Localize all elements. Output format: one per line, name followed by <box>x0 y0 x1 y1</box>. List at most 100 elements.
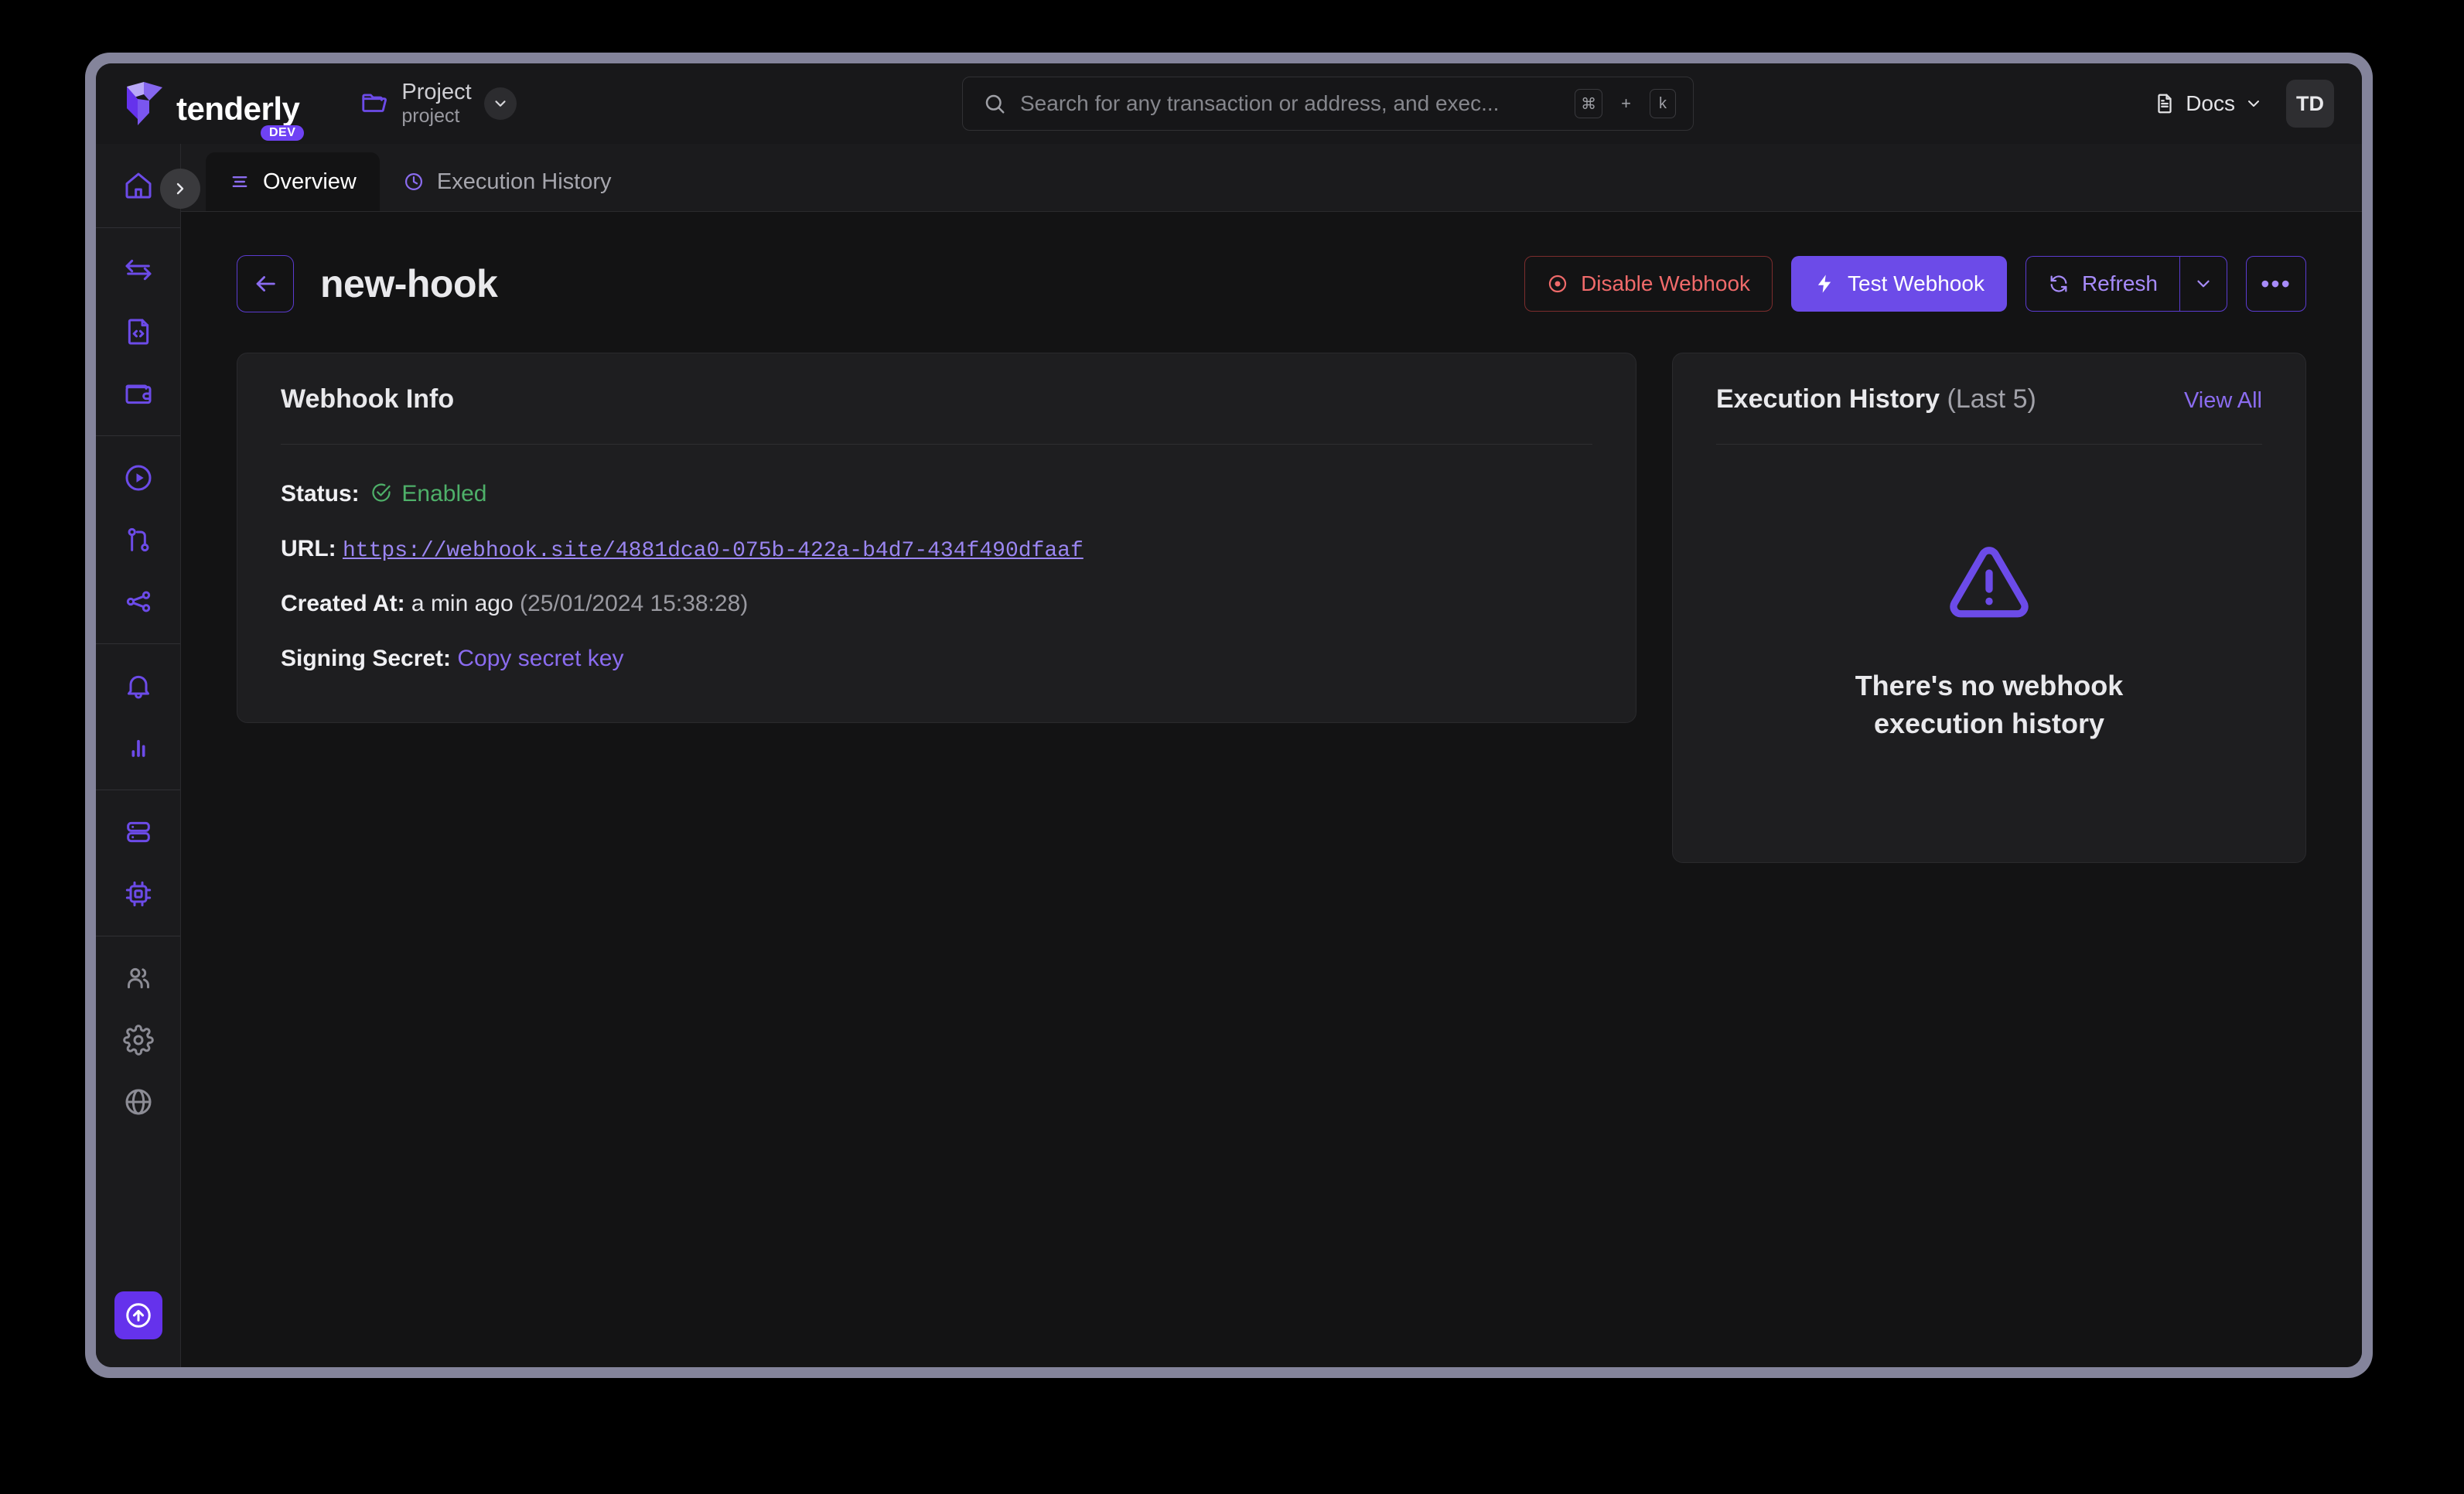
left-sidebar <box>96 144 200 1367</box>
avatar[interactable]: TD <box>2286 80 2334 128</box>
webhook-info-header: Webhook Info <box>237 353 1636 414</box>
docs-label: Docs <box>2186 91 2235 115</box>
signing-secret-row: Signing Secret: Copy secret key <box>281 643 1592 675</box>
forks-icon <box>128 527 149 552</box>
sidebar-item-settings[interactable] <box>96 1009 180 1071</box>
project-name: Project <box>401 80 472 105</box>
search-input[interactable] <box>1020 91 1561 116</box>
kbd-plus: + <box>1621 94 1631 113</box>
chip-icon <box>125 881 151 907</box>
disable-webhook-button[interactable]: Disable Webhook <box>1524 256 1773 312</box>
created-at-label: Created At: <box>281 591 405 617</box>
project-labels: Project project <box>401 79 471 128</box>
webhook-info-body: Status: Enabled URL: https://webhook.sit… <box>237 445 1636 722</box>
status-value: Enabled <box>401 481 487 507</box>
search-box[interactable]: ⌘ + k <box>962 77 1694 131</box>
project-dropdown-button[interactable] <box>483 87 517 120</box>
refresh-icon <box>2050 275 2067 292</box>
disable-webhook-label: Disable Webhook <box>1581 271 1751 295</box>
tab-execution-history[interactable]: Execution History <box>380 152 635 211</box>
users-icon <box>127 967 149 989</box>
bell-icon <box>127 675 149 699</box>
server-icon <box>126 821 150 843</box>
webhook-info-title: Webhook Info <box>281 384 455 414</box>
sidebar-toggle-button[interactable] <box>160 169 200 209</box>
tab-overview-label: Overview <box>263 169 357 194</box>
sidebar-group-data <box>96 227 180 435</box>
brand-wordmark: tenderly DEV <box>176 93 305 141</box>
arrow-up-circle-icon <box>125 1303 151 1328</box>
chevron-down-icon <box>2197 280 2210 288</box>
top-bar: tenderly DEV Project project Search for … <box>96 63 2362 144</box>
chevron-right-icon <box>176 182 184 195</box>
tab-execution-history-label: Execution History <box>436 169 612 194</box>
wallets-icon <box>125 384 151 404</box>
refresh-button[interactable]: Refresh <box>2025 256 2179 312</box>
devnets-icon <box>126 591 150 612</box>
empty-state-text: There's no webhook execution history <box>1855 667 2124 742</box>
view-all-link[interactable]: View All <box>2184 388 2262 414</box>
analytics-icon <box>131 739 145 757</box>
sidebar-item-explorer[interactable] <box>96 1071 180 1133</box>
sidebar-item-alerts[interactable] <box>96 655 180 717</box>
sidebar-item-collaborators[interactable] <box>96 947 180 1009</box>
test-webhook-button[interactable]: Test Webhook <box>1791 256 2007 312</box>
avatar-initials: TD <box>2296 91 2324 115</box>
sidebar-item-node[interactable] <box>96 801 180 863</box>
warning-triangle-icon <box>1950 547 2029 618</box>
global-search: ⌘ + k <box>962 77 1694 131</box>
chevron-down-icon <box>2248 101 2259 107</box>
execution-history-header: Execution History (Last 5) View All <box>1673 353 2305 414</box>
refresh-dropdown-button[interactable] <box>2179 256 2227 312</box>
sidebar-item-gateway[interactable] <box>96 863 180 925</box>
docs-button[interactable]: Docs <box>2153 91 2263 116</box>
created-at-row: Created At: a min ago (25/01/2024 15:38:… <box>281 588 1592 620</box>
check-circle-icon <box>372 483 391 502</box>
empty-state: There's no webhook execution history <box>1673 445 2305 862</box>
page-actions: Disable Webhook Test Webhook Refresh ••• <box>1524 256 2306 312</box>
sidebar-item-transactions[interactable] <box>96 239 180 301</box>
refresh-split-button: Refresh <box>2025 256 2227 312</box>
upgrade-button[interactable] <box>114 1291 162 1339</box>
globe-icon <box>125 1089 151 1115</box>
signing-secret-label: Signing Secret: <box>281 645 452 671</box>
created-at-exact: (25/01/2024 15:38:28) <box>520 591 749 617</box>
sidebar-group-monitor <box>96 643 180 790</box>
sidebar-item-wallets[interactable] <box>96 363 180 425</box>
search-icon <box>985 94 1005 114</box>
gear-icon <box>122 1025 154 1056</box>
kbd-k: k <box>1650 89 1676 118</box>
url-row: URL: https://webhook.site/4881dca0-075b-… <box>281 534 1592 566</box>
execution-history-title-suffix: (Last 5) <box>1947 384 2036 414</box>
kbd-command: ⌘ <box>1575 89 1603 118</box>
status-row: Status: Enabled <box>281 479 1592 510</box>
home-icon <box>125 172 151 199</box>
sidebar-item-analytics[interactable] <box>96 717 180 779</box>
transactions-icon <box>125 259 151 281</box>
back-button[interactable] <box>237 255 294 312</box>
dev-badge: DEV <box>260 125 305 141</box>
test-webhook-label: Test Webhook <box>1848 271 1985 295</box>
sidebar-item-simulator[interactable] <box>96 447 180 509</box>
list-icon <box>232 176 247 188</box>
url-label: URL: <box>281 535 336 561</box>
created-at-relative: a min ago <box>411 591 514 617</box>
lightning-icon <box>1817 275 1831 293</box>
top-right-group: Docs TD <box>2153 80 2334 128</box>
empty-state-line2: execution history <box>1873 708 2105 739</box>
more-options-button[interactable]: ••• <box>2246 256 2306 312</box>
sidebar-item-contracts[interactable] <box>96 301 180 363</box>
app-body: Overview Execution History new-hook Disa… <box>96 144 2362 1367</box>
brand-logo-group[interactable]: tenderly DEV <box>124 82 305 141</box>
empty-state-line1: There's no webhook <box>1855 670 2124 702</box>
copy-secret-key-button[interactable]: Copy secret key <box>457 646 623 671</box>
sidebar-item-forks[interactable] <box>96 509 180 571</box>
sidebar-group-infra <box>96 790 180 936</box>
tab-overview[interactable]: Overview <box>206 152 380 211</box>
chevron-down-icon <box>495 101 506 107</box>
webhook-url-link[interactable]: https://webhook.site/4881dca0-075b-422a-… <box>343 539 1084 563</box>
project-selector[interactable]: Project project <box>360 79 517 128</box>
page-title: new-hook <box>320 262 498 305</box>
sidebar-item-devnets[interactable] <box>96 571 180 633</box>
project-subname: project <box>401 105 460 128</box>
